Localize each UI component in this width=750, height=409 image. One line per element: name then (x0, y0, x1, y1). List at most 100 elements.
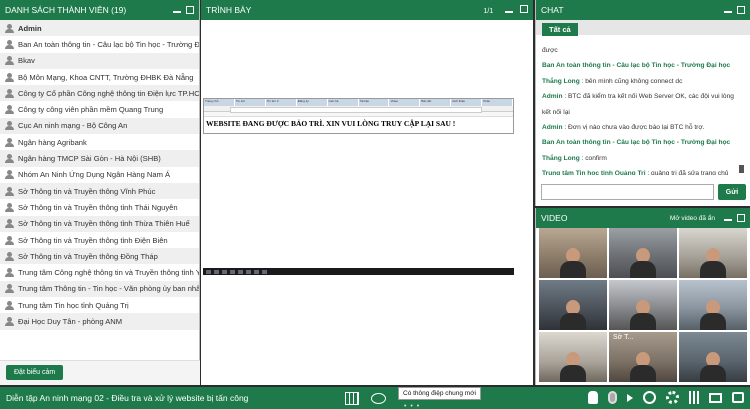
meeting-title: Diễn tập An ninh mạng 02 - Điều tra và x… (6, 393, 249, 403)
list-item[interactable]: Trung tâm Tin học tỉnh Quảng Trị (0, 297, 199, 313)
chat-sender: Ban An toàn thông tin - Câu lạc bộ Tin h… (542, 139, 731, 147)
speaker-icon[interactable] (627, 393, 633, 402)
minimize-icon[interactable] (724, 216, 732, 221)
member-name: Bộ Môn Mạng, Khoa CNTT, Trường ĐHBK Đà N… (18, 72, 194, 82)
member-name: Admin (18, 23, 42, 33)
signal-icon (689, 391, 699, 404)
browser-tab: Khác (482, 99, 514, 106)
video-tile[interactable] (539, 280, 607, 330)
maximize-icon[interactable] (737, 214, 745, 222)
list-item[interactable]: Bộ Môn Mạng, Khoa CNTT, Trường ĐHBK Đà N… (0, 69, 199, 85)
tab-all[interactable]: Tất cả (542, 23, 578, 36)
shared-screen: Trang chủ Tin tức Tin tức 2 Đăng ký Liên hệ T… (203, 98, 514, 134)
list-item[interactable]: Đại Học Duy Tân - phòng ANM (0, 313, 199, 330)
page-indicator: 1/1 (483, 8, 494, 15)
maximize-icon[interactable] (520, 5, 528, 13)
list-item[interactable]: Sở Thông tin và Truyền thông Đồng Tháp (0, 248, 199, 265)
raise-hand-button[interactable]: Đặt biểu cảm (6, 365, 64, 380)
chat-bubble-icon[interactable] (371, 392, 386, 404)
browser-tab: Bài viết (420, 99, 452, 106)
maximize-icon[interactable] (737, 6, 745, 14)
fullscreen-icon[interactable] (709, 392, 722, 403)
list-item[interactable]: Sở Thông tin và Truyền thông Vĩnh Phúc (0, 182, 199, 200)
user-icon (5, 300, 14, 310)
chat-scrollbar[interactable] (739, 165, 744, 173)
chat-text: : BTC đã kiểm tra kết nối Web Server OK,… (542, 93, 734, 116)
video-tile[interactable] (679, 332, 747, 382)
user-icon (5, 105, 14, 115)
show-hidden-video-button[interactable]: Mở video đã ẩn (670, 215, 715, 222)
presentation-header: TRÌNH BÀY 1/1 (201, 0, 533, 20)
more-dots[interactable]: • • • (404, 403, 420, 409)
minimize-icon[interactable] (504, 8, 513, 13)
chat-message: Thắng Long : confirm (542, 151, 744, 166)
list-item[interactable]: Cục An ninh mạng - Bộ Công An (0, 117, 199, 135)
user-icon (5, 121, 14, 131)
list-item[interactable]: Bkav (0, 52, 199, 69)
member-name: Sở Thông tin và Truyền thông Vĩnh Phúc (18, 186, 156, 196)
send-button[interactable]: Gửi (718, 184, 746, 200)
browser-tab: Đăng ký (297, 99, 328, 106)
chat-input[interactable] (541, 184, 714, 200)
chat-message: Ban An toàn thông tin - Câu lạc bộ Tin h… (542, 135, 744, 150)
chat-message: Admin : Đơn vị nào chưa vào được báo lại… (542, 120, 744, 135)
chat-message: Admin : BTC đã kiểm tra kết nối Web Serv… (542, 89, 744, 120)
raise-hand-icon[interactable] (588, 391, 598, 404)
member-name: Ban An toàn thông tin - Câu lạc bộ Tin h… (18, 39, 199, 49)
list-item[interactable]: Nhóm An Ninh Ứng Dụng Ngân Hàng Nam Á (0, 167, 199, 183)
list-item[interactable]: Trung tâm Thông tin - Tin học - Văn phòn… (0, 280, 199, 298)
browser-tab: Giới thiệu (451, 99, 483, 106)
video-tile[interactable] (539, 332, 607, 382)
chat-message: Ban An toàn thông tin - Câu lạc bộ Tin h… (542, 58, 744, 73)
list-item[interactable]: Công ty công viên phần mềm Quang Trung (0, 101, 199, 117)
members-title: DANH SÁCH THÀNH VIÊN (19) (5, 5, 127, 15)
maximize-icon[interactable] (186, 6, 194, 14)
list-item[interactable]: Ngân hàng TMCP Sài Gòn - Hà Nội (SHB) (0, 150, 199, 167)
list-item[interactable]: Ban An toàn thông tin - Câu lạc bộ Tin h… (0, 36, 199, 52)
chat-header: CHAT (536, 0, 750, 20)
list-item[interactable]: Sở Thông tin và Truyền thông tỉnh Điện B… (0, 232, 199, 248)
video-tile[interactable] (679, 280, 747, 330)
chat-sender: Trung tâm Tin học tỉnh Quảng Trị (542, 170, 646, 175)
video-tile[interactable] (539, 228, 607, 278)
gear-icon[interactable] (666, 391, 679, 404)
member-name: Bkav (18, 56, 35, 66)
members-panel: DANH SÁCH THÀNH VIÊN (19) Admin Ban An to… (0, 0, 200, 385)
browser-tab: Tài liệu (359, 99, 390, 106)
members-list: Admin Ban An toàn thông tin - Câu lạc bộ … (0, 20, 199, 360)
exit-icon[interactable] (732, 392, 744, 403)
chat-message: Trung tâm Tin học tỉnh Quảng Trị : quảng… (542, 166, 744, 175)
member-name: Sở Thông tin và Truyền thông tỉnh Thái N… (18, 202, 178, 212)
layout-icon[interactable] (345, 391, 359, 405)
list-item[interactable]: Công ty Cổ phần Công nghệ thông tin Điện… (0, 85, 199, 102)
browser-tab: Trang chủ (204, 99, 235, 106)
microphone-icon[interactable] (608, 391, 617, 404)
chat-sender: Thắng Long (542, 77, 580, 85)
chat-title: CHAT (541, 5, 564, 15)
chat-text: được (542, 47, 558, 54)
presentation-title: TRÌNH BÀY (206, 5, 252, 15)
minimize-icon[interactable] (173, 8, 181, 13)
video-tile[interactable] (679, 228, 747, 278)
list-item[interactable]: Sở Thông tin và Truyền thông tỉnh Thừa T… (0, 215, 199, 232)
list-item[interactable]: Ngân hàng Agribank (0, 134, 199, 150)
video-tile[interactable] (609, 280, 677, 330)
chat-text: : bên mình cũng không connect dc (579, 77, 683, 85)
list-item[interactable]: Trung tâm Công nghệ thông tin và Truyền … (0, 264, 199, 280)
video-tile[interactable] (609, 228, 677, 278)
list-item[interactable]: Sở Thông tin và Truyền thông tỉnh Thái N… (0, 199, 199, 215)
user-icon (5, 23, 14, 33)
members-header: DANH SÁCH THÀNH VIÊN (19) (0, 0, 199, 20)
video-tile-label: Sở T... (613, 334, 634, 341)
member-name: Công ty công viên phần mềm Quang Trung (18, 105, 164, 115)
user-icon (5, 202, 14, 212)
member-name: Cục An ninh mạng - Bộ Công An (18, 121, 128, 131)
minimize-icon[interactable] (724, 8, 732, 13)
camera-icon[interactable] (643, 391, 656, 404)
video-tile[interactable]: Sở T... (609, 332, 677, 382)
list-item[interactable]: Admin (0, 20, 199, 37)
browser-tab-strip: Trang chủ Tin tức Tin tức 2 Đăng ký Liên hệ T… (204, 99, 514, 106)
chat-text: : Đơn vị nào chưa vào được báo lại BTC h… (562, 124, 705, 132)
bottom-toolbar: Diễn tập An ninh mạng 02 - Điều tra và x… (0, 387, 750, 409)
browser-address-bar (204, 106, 513, 113)
